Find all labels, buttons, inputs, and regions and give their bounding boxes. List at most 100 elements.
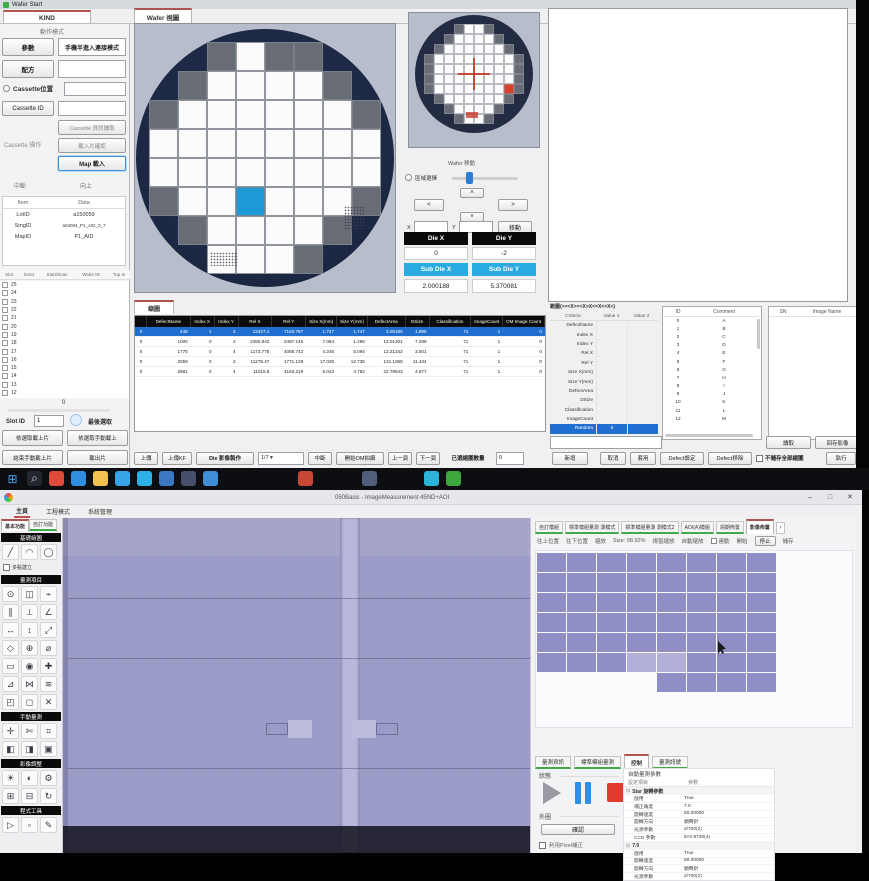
slot-checkbox[interactable] (2, 315, 8, 321)
preview-tile[interactable] (567, 553, 596, 572)
slot-row[interactable]: 19 (0, 331, 129, 339)
preview-tile[interactable] (717, 673, 746, 692)
right-tab-AOI(A)模組[interactable]: AOI(A)模組 (681, 521, 714, 534)
slot-row[interactable]: 25 (0, 281, 129, 289)
preview-tile[interactable] (747, 673, 776, 692)
idc-row[interactable]: 0A (663, 317, 761, 325)
half-right-icon[interactable]: ◨ (21, 741, 38, 757)
preview-tile[interactable] (687, 573, 716, 592)
rotate-icon[interactable]: ↻ (40, 788, 57, 804)
wafer-die-cell[interactable] (294, 42, 323, 71)
grid-icon[interactable]: ⌗ (40, 723, 57, 739)
multi-point-checkbox[interactable] (3, 564, 10, 571)
wafer-die-cell[interactable] (294, 129, 323, 158)
app-dark-icon[interactable] (181, 471, 196, 486)
criteria-row[interactable]: Index X (550, 330, 658, 339)
prop-row[interactable]: 光源參數2/700(2) (624, 826, 774, 834)
preview-tile[interactable] (747, 573, 776, 592)
preview-tile[interactable] (687, 633, 716, 652)
param-button[interactable]: 參數 (2, 38, 54, 56)
criteria-row[interactable]: Index Y (550, 340, 658, 349)
idc-row[interactable]: 4E (663, 350, 761, 358)
mode-value-field[interactable]: 手機半進入連接模式 (58, 38, 126, 56)
height-icon[interactable]: ↕ (21, 622, 38, 638)
slot-row[interactable]: 20 (0, 322, 129, 330)
cassette-load-button[interactable]: 載入片確認 (58, 138, 126, 153)
right-tab-週期佈置[interactable]: 週期佈置 (716, 521, 744, 534)
line-icon[interactable]: ╱ (2, 544, 19, 560)
up-button[interactable]: 向上 (80, 180, 92, 191)
criteria-row[interactable]: DSize (550, 396, 658, 405)
menu-item-工程模式[interactable]: 工程模式 (44, 505, 72, 518)
slot-row[interactable]: 16 (0, 356, 129, 364)
cassette-pos-radio[interactable] (3, 85, 10, 92)
slot-checkbox[interactable] (2, 382, 8, 388)
action-button-套用[interactable]: 套用 (630, 452, 656, 465)
right-tab-標準模組量測 測模式2[interactable]: 標準模組量測 測模式2 (621, 521, 678, 534)
wafer-die-cell[interactable] (207, 158, 236, 187)
slot-checkbox[interactable] (2, 290, 8, 296)
corner-icon[interactable]: ◰ (2, 694, 19, 710)
selected-thumb-count-field[interactable]: 0 (496, 452, 524, 465)
preview-tile[interactable] (627, 653, 656, 672)
toolbar-item-往上位置[interactable]: 往上位置 (537, 537, 559, 545)
slot-row[interactable]: 14 (0, 372, 129, 380)
sub-die-x-button[interactable]: Sub Die X (404, 263, 468, 276)
preview-tile[interactable] (597, 593, 626, 612)
play-button[interactable] (543, 782, 561, 804)
criteria-row[interactable]: Random5 (550, 424, 658, 433)
zoom-slider-thumb[interactable] (466, 172, 473, 184)
preview-tile[interactable] (597, 573, 626, 592)
prop-row[interactable]: 旋轉方向順時針 (624, 818, 774, 826)
zoom-out-icon[interactable]: ⊟ (21, 788, 38, 804)
toolbar-item-縮放[interactable]: 縮放 (595, 537, 606, 545)
wafer-die-cell[interactable] (207, 71, 236, 100)
wafer-die-cell[interactable] (207, 100, 236, 129)
wafer-die-cell[interactable] (352, 158, 381, 187)
toolbar-item-Size: 98.92%[interactable]: Size: 98.92% (613, 538, 645, 544)
slot-checkbox[interactable] (2, 282, 8, 288)
shield-icon[interactable] (362, 471, 377, 486)
triangle-icon[interactable]: ⊿ (2, 676, 19, 692)
preview-tile[interactable] (717, 653, 746, 672)
action-button-新增[interactable]: 新增 (552, 452, 588, 465)
stop-view-button[interactable]: 停止 (755, 536, 776, 546)
bottom-tab-標準模組量測[interactable]: 標準模組量測 (574, 756, 621, 769)
preview-tile[interactable] (687, 653, 716, 672)
area-select-radio[interactable] (405, 174, 412, 181)
wafer-die-cell[interactable] (178, 100, 207, 129)
preview-tile[interactable] (657, 633, 686, 652)
idc-row[interactable]: 12M (663, 415, 761, 423)
bottom-tab-量測資訊[interactable]: 量測資訊 (535, 756, 571, 769)
wafer-die-cell[interactable] (352, 129, 381, 158)
prop-group-row[interactable]: ⊟7.0 (624, 842, 774, 850)
toolbar-item-儲存[interactable]: 儲存 (783, 537, 794, 545)
fill-icon[interactable]: ▣ (40, 741, 57, 757)
toolbar-item-往下位置[interactable]: 往下位置 (566, 537, 588, 545)
prop-row[interactable]: 旋轉速度50.00000 (624, 811, 774, 819)
store-icon[interactable] (137, 471, 152, 486)
preview-tile[interactable] (567, 613, 596, 632)
wafer-die-cell[interactable] (207, 129, 236, 158)
cut-icon[interactable]: ✄ (21, 723, 38, 739)
action-button-上傳[interactable]: 上傳 (134, 452, 158, 465)
preview-tile[interactable] (747, 653, 776, 672)
link-checkbox[interactable] (711, 538, 717, 544)
edge-icon[interactable] (71, 471, 86, 486)
criteria-row[interactable]: Rel Y (550, 359, 658, 368)
preview-tile[interactable] (747, 553, 776, 572)
link-option[interactable]: 連動 (711, 537, 730, 545)
wafer-die-cell[interactable] (236, 42, 265, 71)
toolbox-tab-基本功能[interactable]: 基本功能 (1, 519, 29, 531)
criteria-row[interactable]: Size Y(mm) (550, 377, 658, 386)
action-button-下一頁[interactable]: 下一頁 (416, 452, 440, 465)
v-scrollbar[interactable] (757, 319, 760, 349)
filter-input[interactable] (550, 436, 662, 449)
slot-row[interactable]: 13 (0, 381, 129, 389)
confirm-button[interactable]: 確認 (541, 824, 615, 835)
right-tab-影像佈置[interactable]: 影像佈置 (746, 519, 774, 534)
start-icon[interactable]: ⊞ (5, 471, 20, 486)
wafer-die-cell[interactable] (236, 100, 265, 129)
toolbar-item-開始[interactable]: 開始 (737, 537, 748, 545)
preview-tile[interactable] (567, 633, 596, 652)
